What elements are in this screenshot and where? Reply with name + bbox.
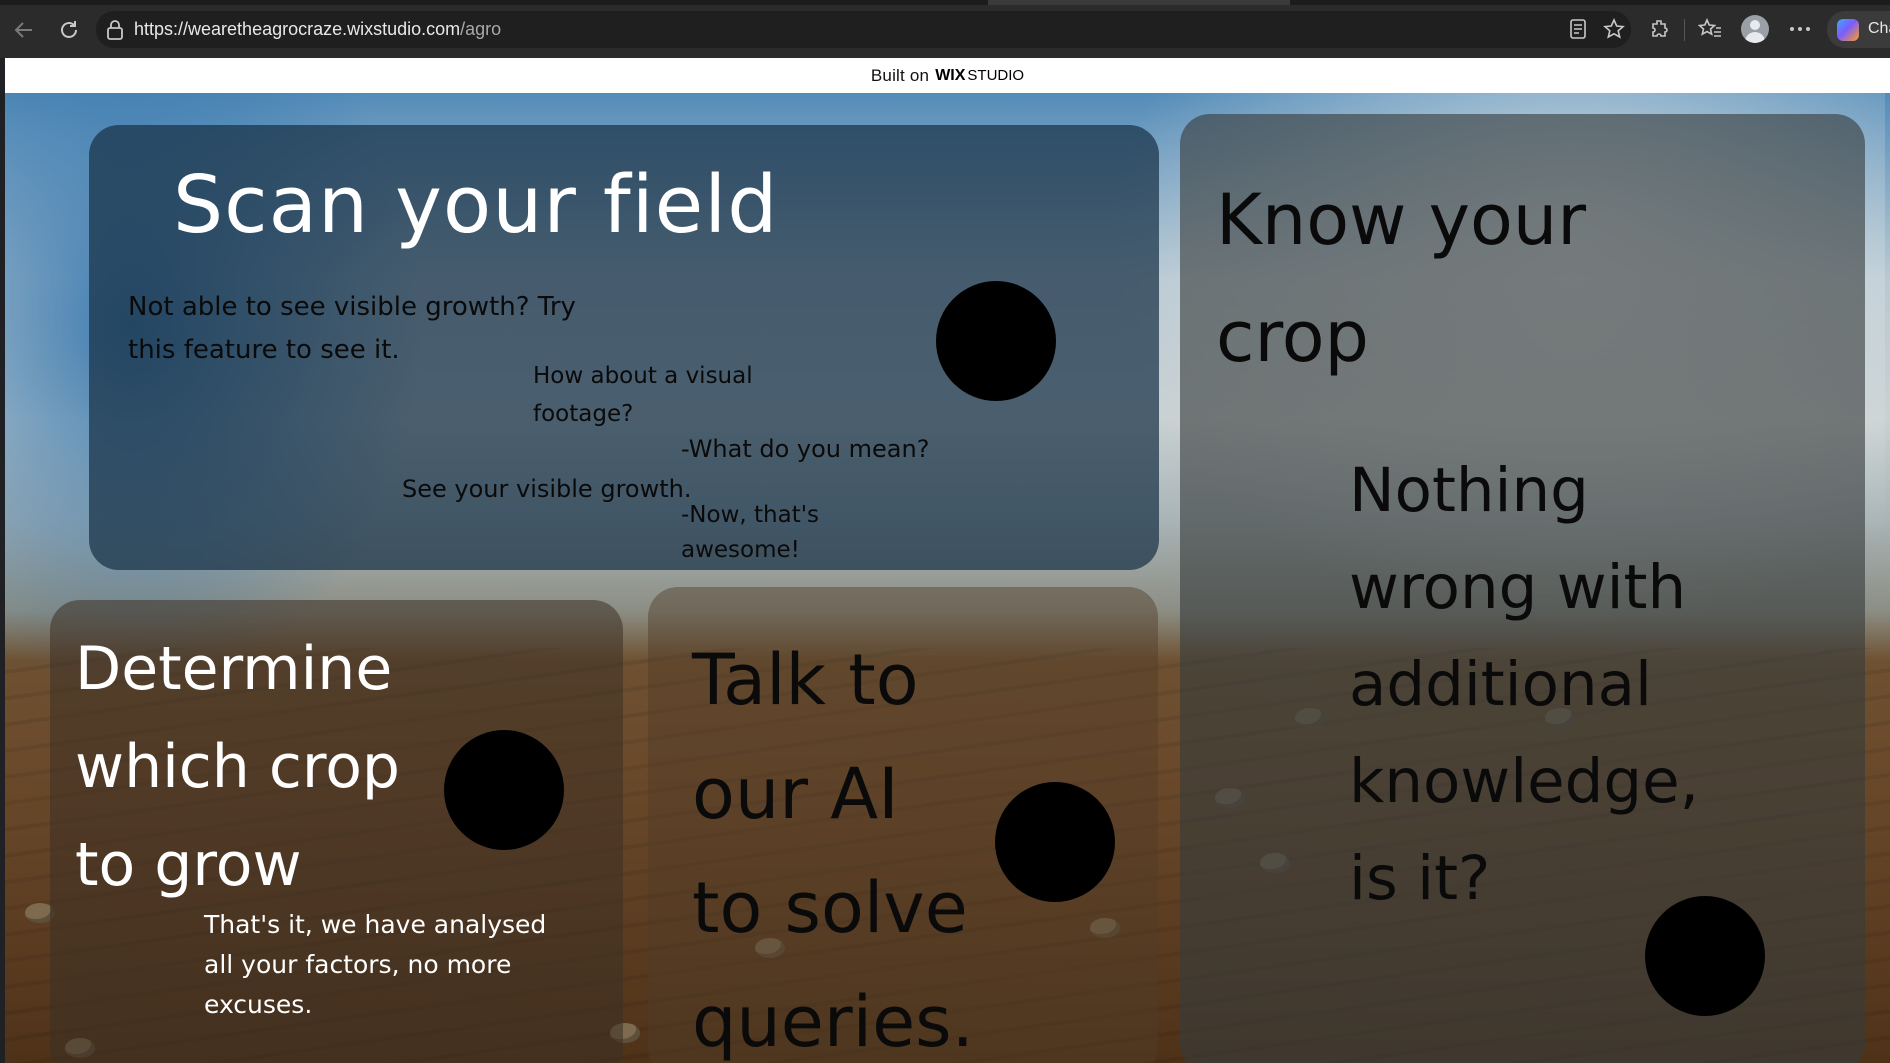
card-subtitle-scan: Not able to see visible growth? Try this… — [128, 292, 576, 365]
scan-line-visual-footage: How about a visual footage? — [533, 363, 753, 427]
card-title-scan: Scan your field — [173, 159, 779, 251]
copilot-icon — [1837, 19, 1859, 41]
url-host: https://wearetheagrocraze.wixstudio.com — [134, 19, 461, 39]
card-scan-your-field[interactable]: Scan your field Not able to see visible … — [89, 125, 1159, 570]
determine-card-circle — [444, 730, 564, 850]
card-body-know: Nothing wrong with additional knowledge,… — [1349, 455, 1700, 914]
scan-line-awesome: -Now, that's awesome! — [681, 502, 820, 563]
back-icon[interactable] — [8, 14, 40, 46]
favorite-star-icon[interactable] — [1600, 15, 1628, 43]
favorites-icon[interactable] — [1696, 15, 1724, 43]
card-title-know: Know your crop — [1216, 179, 1586, 378]
profile-avatar[interactable] — [1741, 15, 1769, 43]
browser-toolbar: https://wearetheagrocraze.wixstudio.com/… — [0, 0, 1890, 58]
talk-card-circle — [995, 782, 1115, 902]
know-card-circle — [1645, 896, 1765, 1016]
copilot-label: Cha — [1868, 20, 1890, 37]
extensions-icon[interactable] — [1646, 15, 1674, 43]
toolbar-divider — [1684, 19, 1685, 41]
more-icon[interactable] — [1786, 15, 1814, 43]
studio-logo-text: STUDIO — [967, 67, 1025, 84]
page-viewport[interactable]: Built on WIX STUDIO Scan your field Not … — [5, 58, 1890, 1063]
card-determine-crop[interactable]: Determine which crop to grow That's it, … — [50, 600, 623, 1063]
banner-prefix: Built on — [870, 65, 930, 85]
url-path: /agro — [460, 19, 502, 39]
tab-strip — [0, 0, 1890, 5]
address-bar[interactable]: https://wearetheagrocraze.wixstudio.com/… — [96, 11, 1631, 48]
card-body-determine: That's it, we have analysed all your fac… — [204, 910, 547, 1019]
copilot-button[interactable]: Cha — [1827, 11, 1890, 48]
scan-line-what-do-you-mean: -What do you mean? — [681, 435, 930, 463]
card-title-talk: Talk to our AI to solve queries. — [692, 639, 974, 1063]
scan-card-circle — [936, 281, 1056, 401]
card-title-determine: Determine which crop to grow — [75, 634, 400, 900]
reading-view-icon[interactable] — [1564, 15, 1592, 43]
reload-icon[interactable] — [53, 14, 85, 46]
url-text[interactable]: https://wearetheagrocraze.wixstudio.com/… — [134, 19, 501, 40]
built-on-wix-banner[interactable]: Built on WIX STUDIO — [5, 58, 1890, 93]
wix-logo-text: WIX — [935, 66, 966, 84]
card-know-your-crop[interactable]: Know your crop Nothing wrong with additi… — [1180, 114, 1865, 1063]
scan-line-visible-growth: See your visible growth. — [402, 475, 692, 503]
active-tab-edge[interactable] — [988, 0, 1290, 5]
lock-icon[interactable] — [106, 20, 124, 40]
card-talk-to-ai[interactable]: Talk to our AI to solve queries. — [648, 587, 1158, 1063]
